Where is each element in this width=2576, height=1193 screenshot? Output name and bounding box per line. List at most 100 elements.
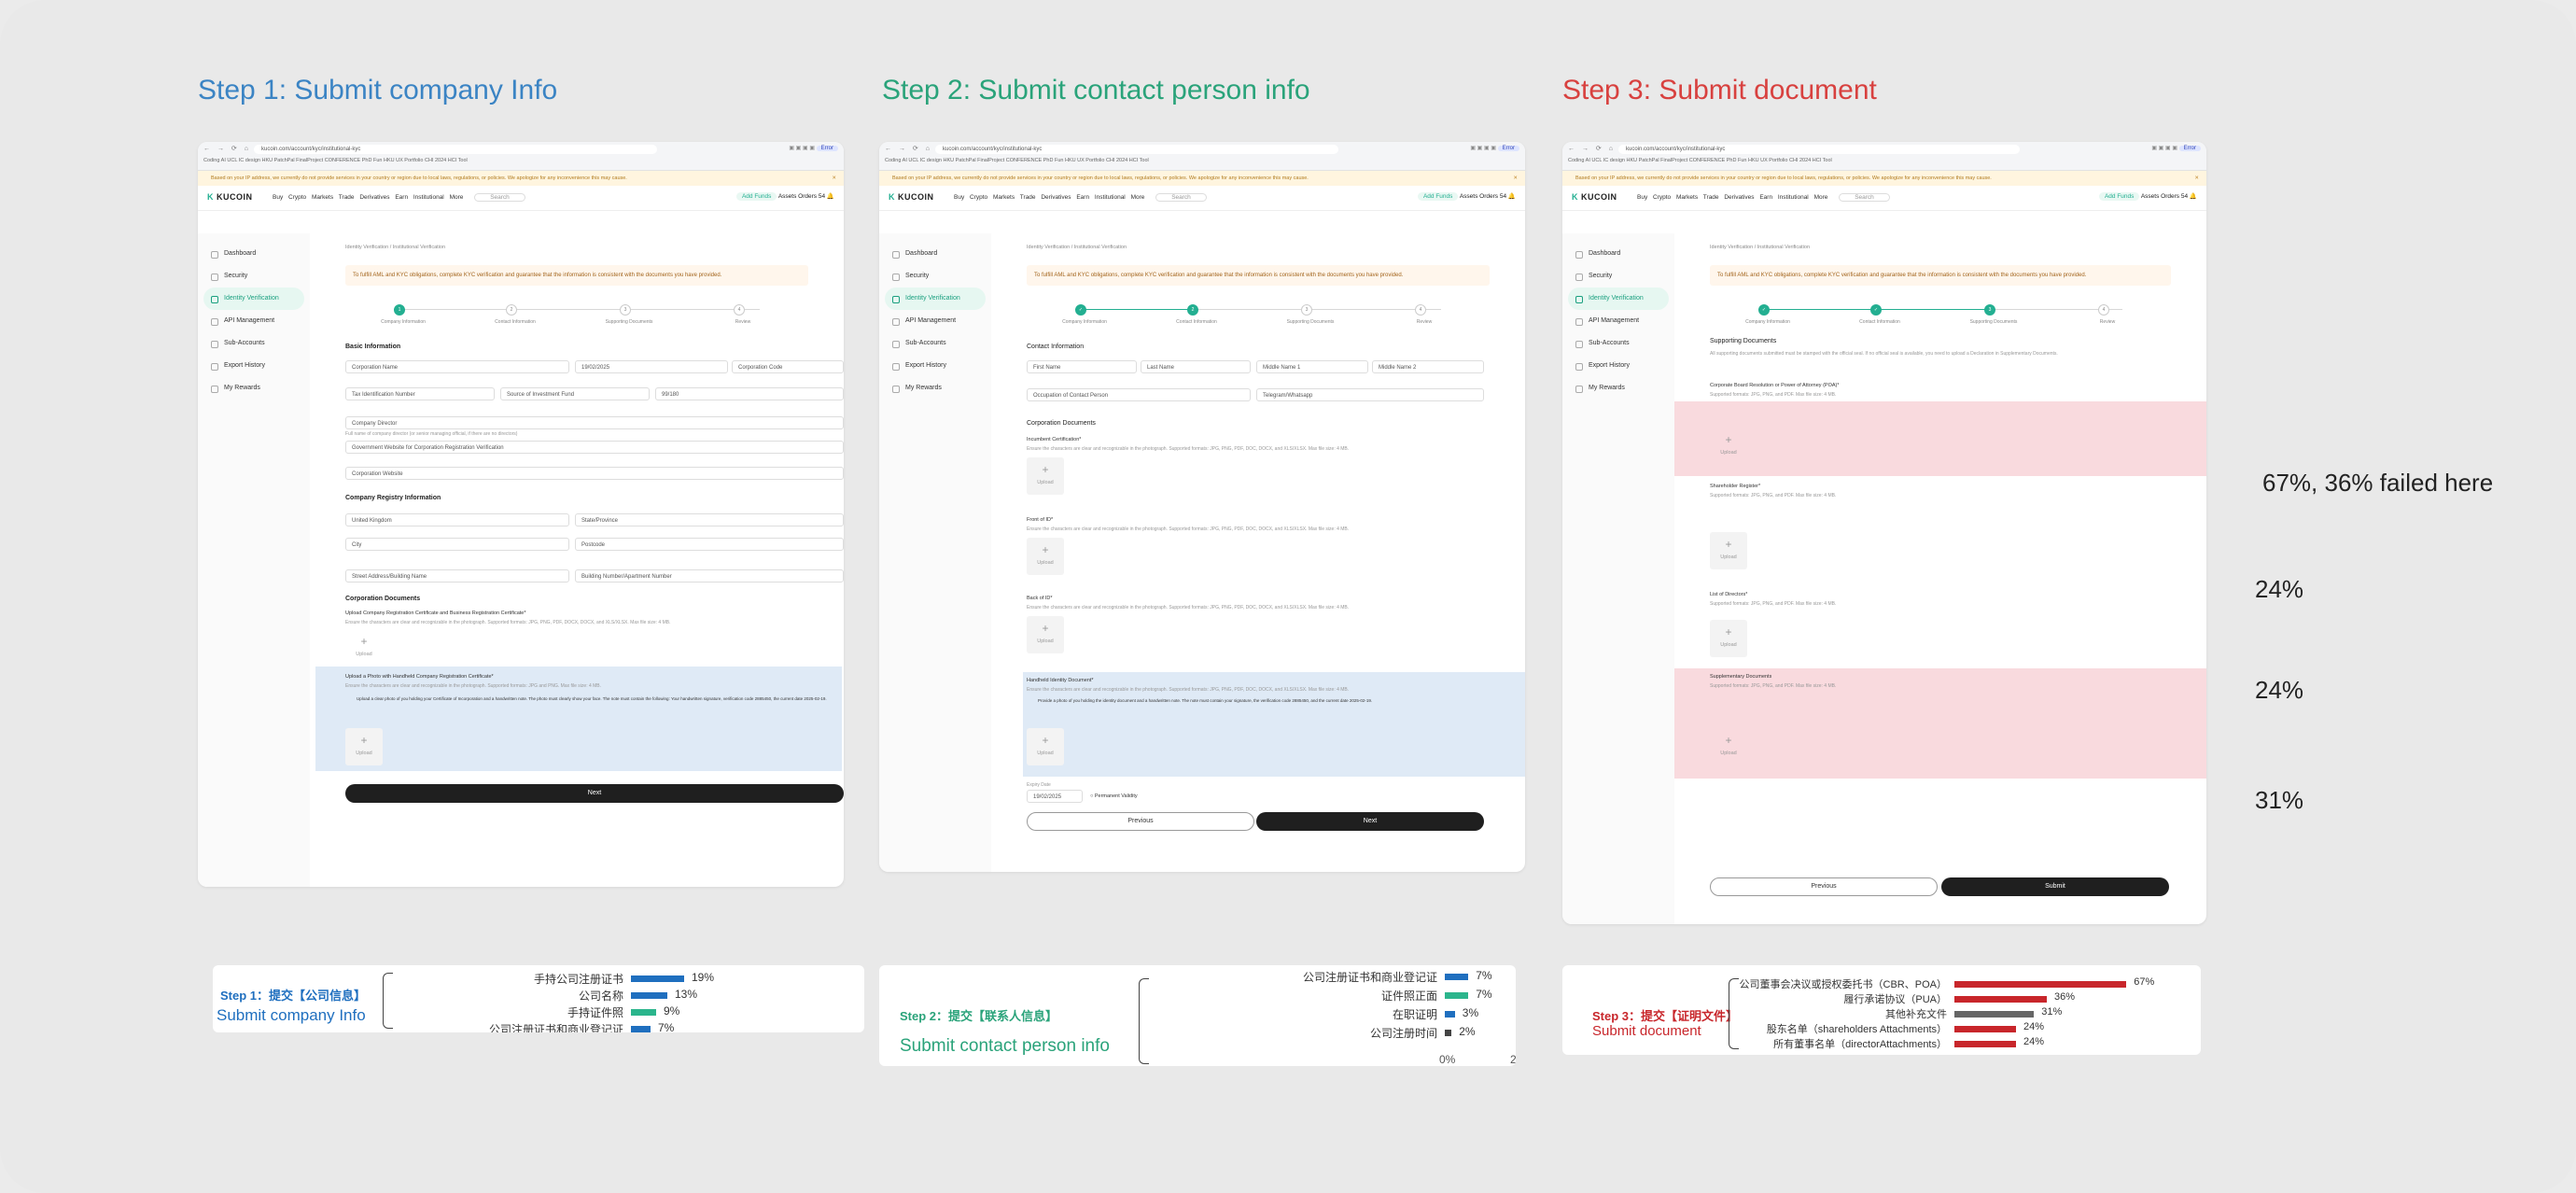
source-funds-select[interactable]: Source of Investment Fund — [500, 387, 650, 400]
sidebar-item-rewards[interactable]: My Rewards — [1562, 377, 1674, 400]
sidebar-item-export[interactable]: Export History — [879, 355, 991, 377]
upload-button[interactable]: + Upload — [1027, 538, 1064, 575]
corp-code-input[interactable]: Corporation Code — [732, 360, 844, 373]
postcode-input[interactable]: Postcode — [575, 538, 844, 551]
upload-button[interactable]: + Upload — [1027, 728, 1064, 765]
search-input[interactable]: Search — [1155, 193, 1207, 202]
sidebar-item-identity[interactable]: Identity Verification — [885, 288, 986, 310]
upload-button[interactable]: + Upload — [345, 728, 383, 765]
sidebar-item-dashboard[interactable]: Dashboard — [879, 243, 991, 265]
bookmarks-bar[interactable]: Coding AI UCL IC design HKU PatchPal Fin… — [1568, 158, 2201, 163]
middle-name1-input[interactable]: Middle Name 1 — [1256, 360, 1368, 373]
country-select[interactable]: United Kingdom — [345, 513, 569, 526]
close-icon[interactable]: ✕ — [2194, 171, 2199, 186]
sidebar-item-dashboard[interactable]: Dashboard — [198, 243, 310, 265]
tax-id-input[interactable]: Tax Identification Number — [345, 387, 495, 400]
upload-button[interactable]: + Upload — [1710, 532, 1747, 569]
main-menu[interactable]: Buy Crypto Markets Trade Derivatives Ear… — [954, 193, 1207, 202]
profile-button[interactable]: Error — [1497, 146, 1519, 151]
upload-button[interactable]: + Upload — [1710, 620, 1747, 657]
kucoin-logo[interactable]: K KUCOIN — [1572, 192, 1617, 202]
director-input[interactable]: Company Director — [345, 416, 844, 429]
breadcrumb[interactable]: Identity Verification / Institutional Ve… — [345, 245, 445, 250]
sidebar-item-rewards[interactable]: My Rewards — [879, 377, 991, 400]
telegram-input[interactable]: Telegram/Whatsapp — [1256, 388, 1484, 401]
sidebar-item-api[interactable]: API Management — [879, 310, 991, 332]
breadcrumb[interactable]: Identity Verification / Institutional Ve… — [1027, 245, 1127, 250]
address-bar[interactable]: kucoin.com/account/kyc/institutional-kyc — [935, 145, 1338, 154]
sidebar-item-subaccounts[interactable]: Sub-Accounts — [1562, 332, 1674, 355]
sidebar-item-security[interactable]: Security — [879, 265, 991, 288]
corp-name-input[interactable]: Corporation Name — [345, 360, 569, 373]
main-menu[interactable]: Buy Crypto Markets Trade Derivatives Ear… — [273, 193, 525, 202]
upload-button[interactable]: + Upload — [1710, 728, 1747, 765]
permanent-checkbox[interactable]: ○ Permanent Validity — [1090, 793, 1138, 799]
city-input[interactable]: City — [345, 538, 569, 551]
kucoin-logo[interactable]: K KUCOIN — [207, 192, 253, 202]
bar-category-label: 所有董事名单（directorAttachments） — [1773, 1039, 1947, 1050]
profile-button[interactable]: Error — [2178, 146, 2201, 151]
bookmarks-bar[interactable]: Coding AI UCL IC design HKU PatchPal Fin… — [885, 158, 1519, 163]
gov-site-input[interactable]: Government Website for Corporation Regis… — [345, 441, 844, 454]
bar-category-label: 公司注册时间 — [1369, 1027, 1437, 1040]
first-name-input[interactable]: First Name — [1027, 360, 1137, 373]
state-input[interactable]: State/Province — [575, 513, 844, 526]
main-menu[interactable]: Buy Crypto Markets Trade Derivatives Ear… — [1637, 193, 1890, 202]
sidebar-item-security[interactable]: Security — [1562, 265, 1674, 288]
bell-icon: 🔔 — [2189, 193, 2197, 200]
address-bar[interactable]: kucoin.com/account/kyc/institutional-kyc — [254, 145, 657, 154]
header-actions[interactable]: Add Funds Assets Orders 54 🔔 — [1417, 192, 1516, 201]
upload-button[interactable]: + Upload — [345, 629, 383, 667]
step-dot-1: ✓ — [1075, 304, 1086, 316]
bar-category-label: 在职证明 — [1392, 1008, 1437, 1021]
search-input[interactable]: Search — [474, 193, 525, 202]
upload-button[interactable]: + Upload — [1710, 428, 1747, 465]
previous-button[interactable]: Previous — [1027, 812, 1254, 831]
sidebar-item-rewards[interactable]: My Rewards — [198, 377, 310, 400]
sidebar-item-api[interactable]: API Management — [198, 310, 310, 332]
step-label: Contact Information — [495, 319, 536, 325]
next-button[interactable]: Next — [1256, 812, 1484, 831]
sidebar-item-security[interactable]: Security — [198, 265, 310, 288]
close-icon[interactable]: ✕ — [832, 171, 836, 186]
sidebar-item-api[interactable]: API Management — [1562, 310, 1674, 332]
header-actions[interactable]: Add Funds Assets Orders 54 🔔 — [735, 192, 834, 201]
bar-category-label: 公司注册证书和商业登记证 — [488, 1023, 623, 1032]
occupation-input[interactable]: Occupation of Contact Person — [1027, 388, 1251, 401]
sidebar-item-export[interactable]: Export History — [1562, 355, 1674, 377]
stepper: ✓ ✓ 3 4 Company Information Contact Info… — [1730, 304, 2150, 332]
sidebar-item-identity[interactable]: Identity Verification — [203, 288, 304, 310]
breadcrumb[interactable]: Identity Verification / Institutional Ve… — [1710, 245, 1810, 250]
sidebar-item-subaccounts[interactable]: Sub-Accounts — [198, 332, 310, 355]
sidebar-item-export[interactable]: Export History — [198, 355, 310, 377]
street-input[interactable]: Street Address/Building Name — [345, 569, 569, 582]
corp-site-input[interactable]: Corporation Website — [345, 467, 844, 480]
search-input[interactable]: Search — [1839, 193, 1890, 202]
last-name-input[interactable]: Last Name — [1141, 360, 1251, 373]
step3-title: Step 3: Submit document — [1562, 75, 1877, 105]
board-label: Corporate Board Resolution or Power of A… — [1710, 383, 1840, 388]
bar — [1954, 1026, 2016, 1032]
expiry-date-input[interactable]: 19/02/2025 — [1027, 790, 1083, 803]
close-icon[interactable]: ✕ — [1513, 171, 1518, 186]
previous-button[interactable]: Previous — [1710, 877, 1938, 896]
section-title: Contact Information — [1027, 344, 1085, 350]
upload-cert-label: Upload Company Registration Certificate … — [345, 611, 526, 616]
middle-name2-input[interactable]: Middle Name 2 — [1372, 360, 1484, 373]
building-input[interactable]: Building Number/Apartment Number — [575, 569, 844, 582]
sidebar-item-identity[interactable]: Identity Verification — [1568, 288, 1669, 310]
address-bar[interactable]: kucoin.com/account/kyc/institutional-kyc — [1618, 145, 2020, 154]
sidebar-item-dashboard[interactable]: Dashboard — [1562, 243, 1674, 265]
upload-button[interactable]: + Upload — [1027, 616, 1064, 653]
next-button[interactable]: Next — [345, 784, 844, 803]
bar-value-label: 19% — [692, 971, 715, 984]
reg-date-input[interactable]: 19/02/2025 — [575, 360, 728, 373]
profile-button[interactable]: Error — [816, 146, 838, 151]
volume-select[interactable]: 99/180 — [655, 387, 844, 400]
upload-button[interactable]: + Upload — [1027, 457, 1064, 495]
submit-button[interactable]: Submit — [1941, 877, 2169, 896]
sidebar-item-subaccounts[interactable]: Sub-Accounts — [879, 332, 991, 355]
kucoin-logo[interactable]: K KUCOIN — [889, 192, 934, 202]
header-actions[interactable]: Add Funds Assets Orders 54 🔔 — [2098, 192, 2197, 201]
bookmarks-bar[interactable]: Coding AI UCL IC design HKU PatchPal Fin… — [203, 158, 838, 163]
